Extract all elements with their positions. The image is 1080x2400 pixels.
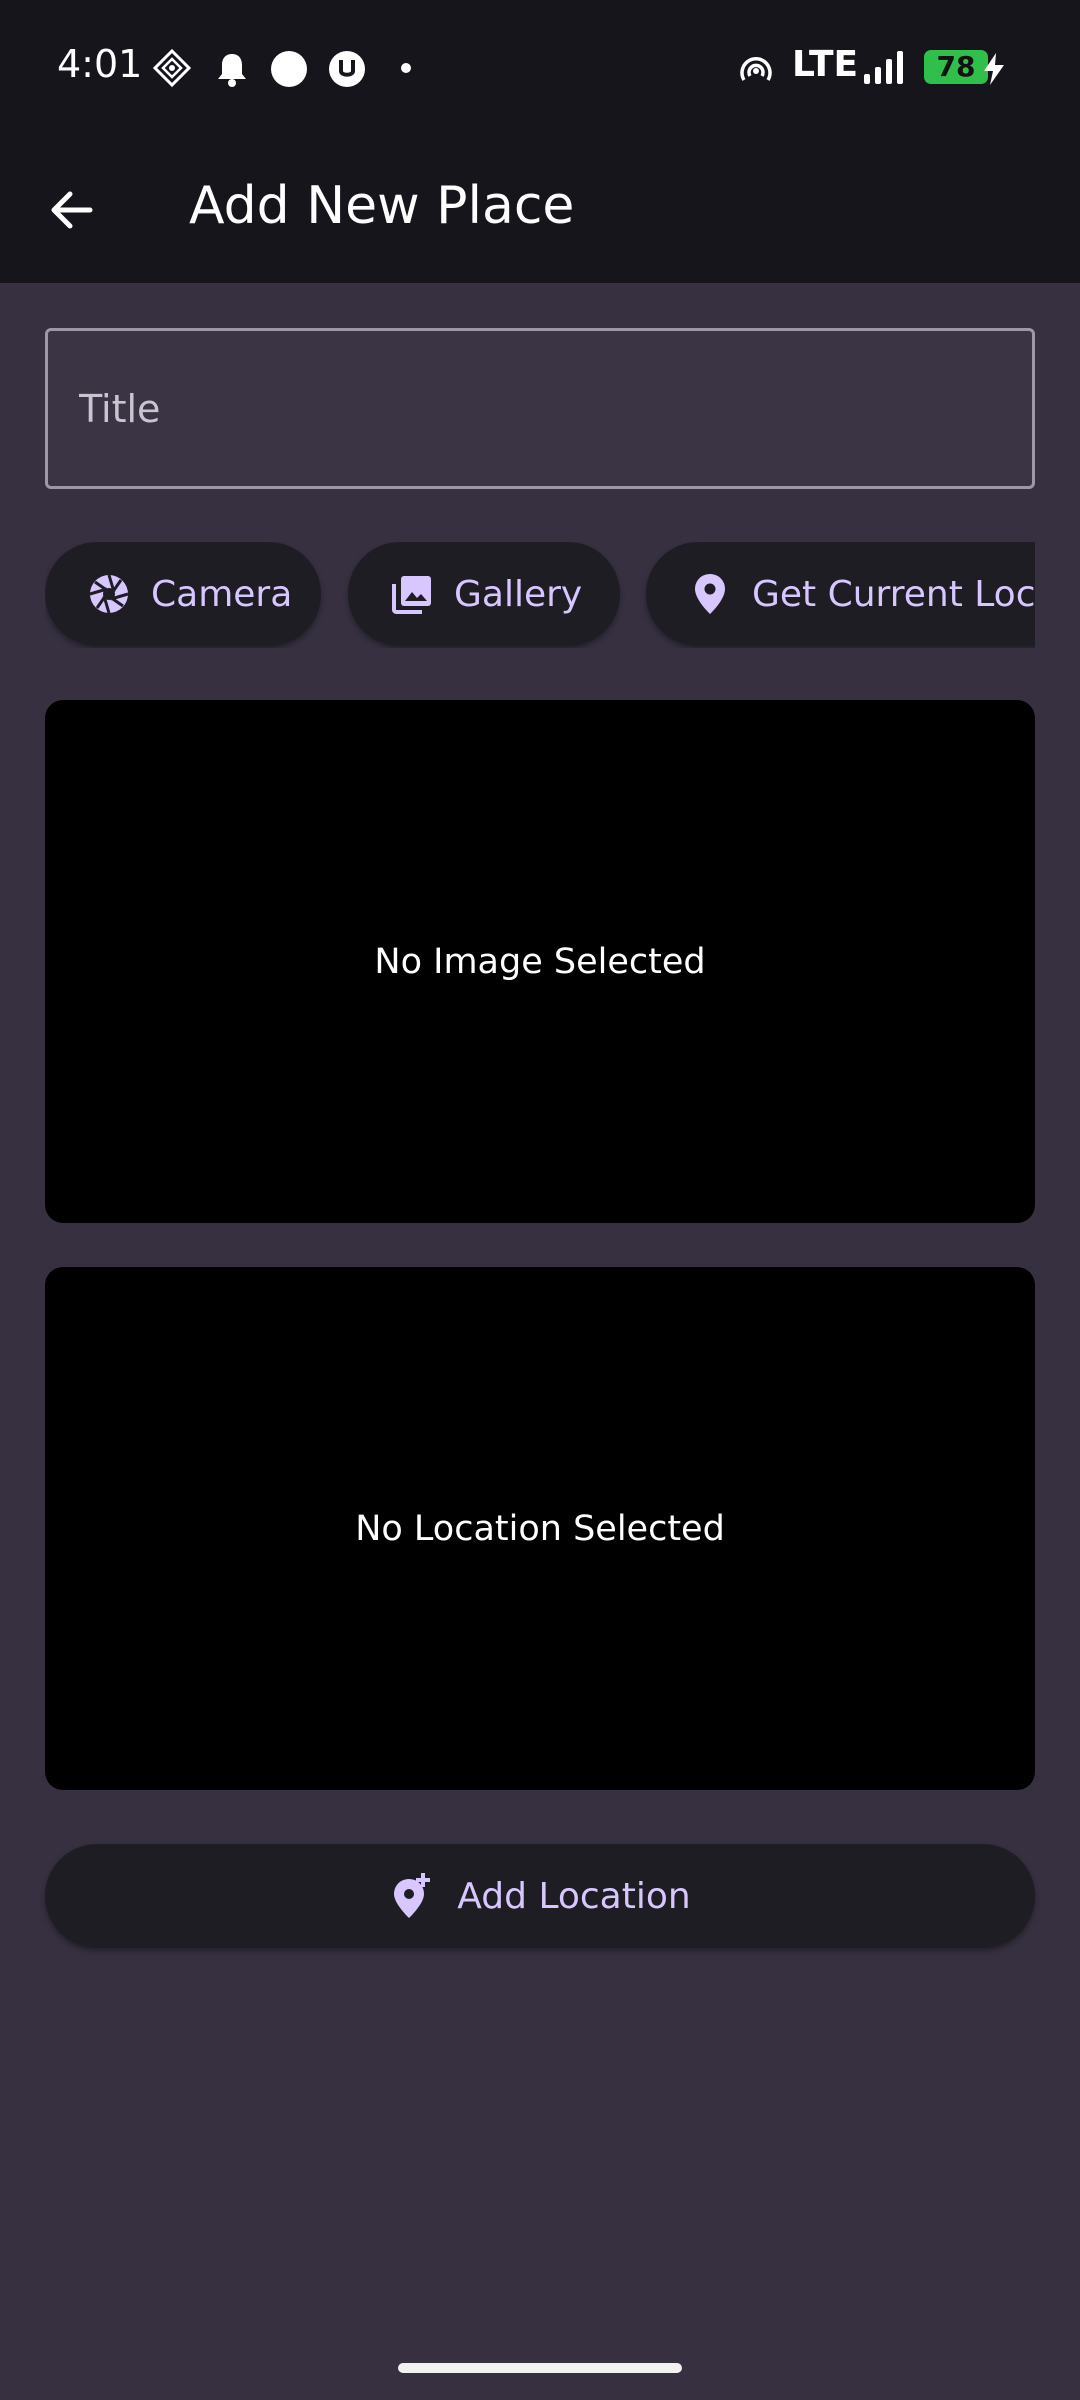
camera-label: Camera <box>151 573 293 615</box>
status-time: 4:01 <box>57 42 143 86</box>
status-bar: 4:01 LTE 78 <box>0 0 1080 136</box>
page-title: Add New Place <box>189 176 575 236</box>
home-indicator[interactable] <box>398 2363 682 2373</box>
app-bar: Add New Place <box>0 136 1080 283</box>
network-type: LTE <box>792 44 859 85</box>
add-place-screen: 4:01 LTE 78 Add New Place Title Camera G… <box>0 0 1080 2400</box>
gallery-icon <box>392 576 431 614</box>
get-current-location-button[interactable]: Get Current Location <box>646 542 1035 646</box>
location-pin-icon <box>695 574 725 614</box>
charging-bolt-icon <box>984 53 1004 85</box>
add-location-icon <box>394 1873 431 1918</box>
title-field[interactable] <box>45 328 1035 489</box>
notification-bell-icon <box>218 54 246 87</box>
location-preview-empty-text: No Location Selected <box>355 1508 725 1549</box>
add-location-label: Add Location <box>457 1875 691 1917</box>
circle-dot-icon <box>271 51 307 87</box>
location-preview: No Location Selected <box>45 1267 1035 1790</box>
hotspot-icon <box>740 57 772 81</box>
vpn-diamond-icon <box>152 48 192 88</box>
gallery-label: Gallery <box>454 573 583 615</box>
get-current-location-label: Get Current Location <box>752 573 1035 615</box>
battery-level: 78 <box>936 50 976 83</box>
back-arrow-icon[interactable] <box>40 178 104 242</box>
title-input[interactable] <box>48 331 1032 486</box>
battery-icon: 78 <box>924 50 988 84</box>
u-badge-icon <box>329 51 365 87</box>
image-actions-row: Camera Gallery Get Current Location <box>45 542 1035 648</box>
image-preview-empty-text: No Image Selected <box>374 941 706 982</box>
add-location-button[interactable]: Add Location <box>45 1844 1035 1948</box>
camera-aperture-icon <box>89 574 129 614</box>
signal-bars-icon <box>864 51 903 84</box>
gallery-button[interactable]: Gallery <box>348 542 620 646</box>
image-preview: No Image Selected <box>45 700 1035 1223</box>
small-dot-icon <box>401 63 411 73</box>
camera-button[interactable]: Camera <box>45 542 321 646</box>
